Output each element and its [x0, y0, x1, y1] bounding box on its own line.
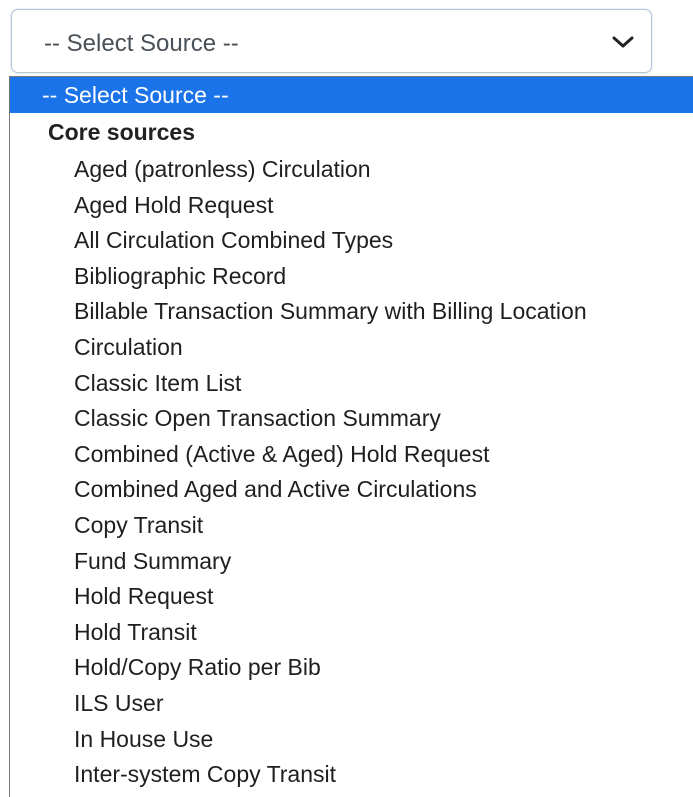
option-label: Hold/Copy Ratio per Bib	[74, 654, 321, 681]
option-label: Classic Item List	[74, 369, 242, 396]
option-label: -- Select Source --	[42, 82, 229, 108]
option-item[interactable]: Copy Transit	[10, 507, 693, 543]
option-label: Hold Transit	[74, 618, 197, 645]
option-label: Combined (Active & Aged) Hold Request	[74, 440, 490, 467]
optgroup-label: Core sources	[48, 119, 196, 145]
option-item[interactable]: Hold/Copy Ratio per Bib	[10, 649, 693, 685]
option-label: Aged (patronless) Circulation	[74, 156, 371, 182]
option-item[interactable]: Bibliographic Record	[10, 258, 693, 294]
option-label: Bibliographic Record	[74, 262, 287, 289]
option-item[interactable]: All Circulation Combined Types	[10, 222, 693, 258]
option-item[interactable]: Combined Aged and Active Circulations	[10, 471, 693, 507]
option-item[interactable]: Hold Transit	[10, 614, 693, 650]
option-label: Fund Summary	[74, 547, 232, 574]
option-item[interactable]: Hold Request	[10, 578, 693, 614]
source-select[interactable]: -- Select Source --	[11, 9, 652, 73]
source-select-value: -- Select Source --	[44, 30, 239, 57]
option-label: Classic Open Transaction Summary	[74, 405, 441, 432]
option-item[interactable]: Combined (Active & Aged) Hold Request	[10, 436, 693, 472]
option-label: Combined Aged and Active Circulations	[74, 476, 477, 503]
option-label: Aged Hold Request	[74, 191, 274, 218]
option-item[interactable]: Aged (patronless) Circulation	[10, 151, 693, 187]
option-label: Circulation	[74, 334, 183, 360]
source-dropdown-list[interactable]: -- Select Source -- Core sources Aged (p…	[9, 76, 693, 797]
option-item[interactable]: Billable Transaction Summary with Billin…	[10, 293, 693, 329]
option-item[interactable]: In House Use	[10, 721, 693, 757]
option-label: Copy Transit	[74, 512, 204, 538]
option-item[interactable]: Aged Hold Request	[10, 187, 693, 223]
option-item[interactable]: Circulation	[10, 329, 693, 365]
option-item[interactable]: Fund Summary	[10, 543, 693, 579]
option-label: In House Use	[74, 725, 214, 752]
option-label: Billable Transaction Summary with Billin…	[74, 298, 587, 325]
option-label: ILS User	[74, 690, 164, 716]
option-placeholder[interactable]: -- Select Source --	[10, 77, 693, 113]
option-item[interactable]: Classic Item List	[10, 365, 693, 401]
option-item[interactable]: Classic Open Transaction Summary	[10, 400, 693, 436]
optgroup-core-sources: Core sources	[10, 114, 693, 150]
option-item[interactable]: ILS User	[10, 685, 693, 721]
option-label: Hold Request	[74, 583, 214, 610]
chevron-down-icon	[612, 36, 634, 48]
option-label: All Circulation Combined Types	[74, 227, 394, 254]
